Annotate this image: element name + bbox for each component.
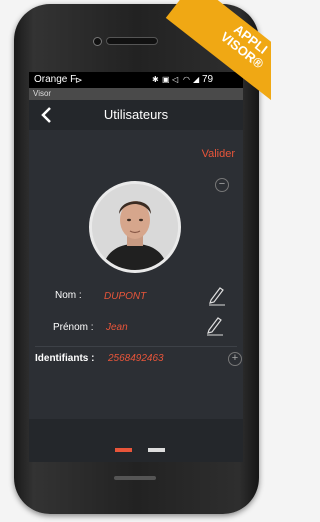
edit-nom-pencil-icon[interactable] [206,284,226,306]
promo-banner: APPLI VISOR® [141,0,271,100]
front-camera [93,37,102,46]
identifiants-label: Identifiants : [35,353,95,364]
edit-prenom-pencil-icon[interactable] [204,314,224,336]
app-screen: Orange F ⊳ ✱ ▣ ◁ ◠ ◢ 79 Visor Utilisateu… [29,72,243,462]
add-identifier-icon[interactable]: + [228,352,242,366]
pager-dot-active[interactable] [115,448,132,452]
user-avatar [89,181,181,273]
nom-value: DUPONT [104,291,147,302]
app-name: Visor [33,89,52,98]
home-button[interactable] [114,476,156,480]
carrier-label: Orange F [34,74,77,85]
promo-ribbon: APPLI VISOR® [165,0,271,100]
content-area [29,130,243,430]
nom-label: Nom : [55,290,82,301]
prenom-value: Jean [106,322,128,333]
avatar-photo [92,184,178,270]
header-bar: Utilisateurs [29,100,243,130]
identifiants-value: 2568492463 [108,353,164,364]
signal-icon: ⊳ [75,75,83,85]
section-divider [35,346,237,347]
page-title: Utilisateurs [103,107,169,122]
remove-photo-icon[interactable]: − [215,178,229,192]
footer-bar [29,419,243,462]
pager-dot[interactable] [148,448,165,452]
prenom-label: Prénom : [53,322,94,333]
validate-button[interactable]: Valider [202,148,235,160]
